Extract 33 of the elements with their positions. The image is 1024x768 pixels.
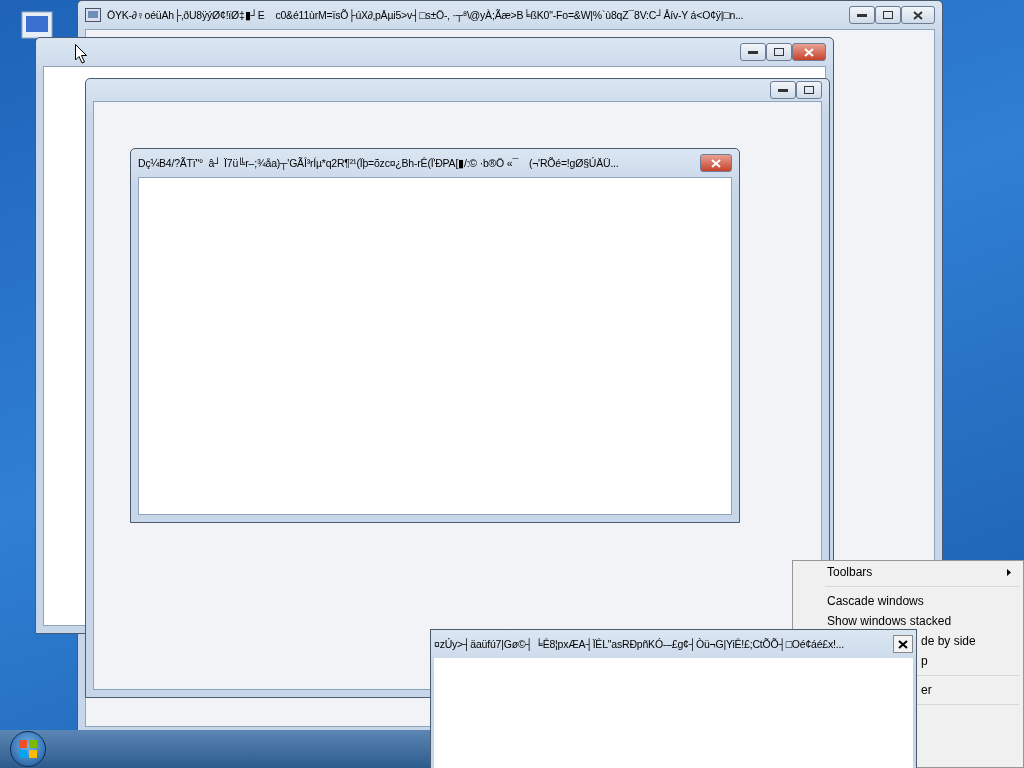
minimize-icon [778, 88, 788, 92]
maximize-icon [804, 86, 814, 94]
menu-item[interactable]: de by side [921, 634, 976, 648]
maximize-button[interactable] [766, 43, 792, 61]
window-title: ÖYK-∂♀oéüAh├‚ðU8ÿýØ¢!ïØ‡▮┘E c0&é11ùrM=ïsÕ├úX∂‚pĀµi5>v┤□s±Ö-‚ ·┬⁸\@yÀ;Ãæ>B╘ßK0"-Fo=&W|%`ù8qZ¯8V:C┘Åív-Y á<O¢ÿ|□n... [107, 9, 745, 21]
menu-item[interactable]: Show windows stacked [827, 614, 952, 628]
minimize-button[interactable] [770, 81, 796, 99]
window-title: Dç¼B4/?ÃTï"° â┘ Ï7ü╚r–;¾åa)┬'GÃÎ³rÍµ*q2R¶²¹(Ïþ=õzc¤¿Bh-rÊ(Ï'ÐPA[▮/:© ·b®Ö «¯ (¬'RÕé=!gØ§ÚÄÜ... [138, 157, 620, 169]
menu-item[interactable]: Cascade windows [827, 594, 924, 608]
cursor-icon [75, 44, 88, 64]
window-title: ¤zÚy>┤äaüfú7|Gø©┤ ╘Ê8¦pxÆA┤ÏÊL"asRÐpñKÓ-–£g¢┤Òü¬G|YiÊ!£;CtÕÕ┤□Oé¢áé£x!... [434, 638, 845, 650]
submenu-arrow-icon [1007, 568, 1011, 576]
close-button[interactable] [901, 6, 935, 24]
menu-item[interactable]: er [921, 683, 932, 697]
close-icon [804, 47, 814, 57]
minimize-button[interactable] [849, 6, 875, 24]
minimize-icon [857, 13, 867, 17]
maximize-button[interactable] [875, 6, 901, 24]
window-icon [85, 8, 101, 22]
maximize-icon [883, 11, 893, 19]
maximize-icon [774, 48, 784, 56]
minimize-button[interactable] [740, 43, 766, 61]
start-button[interactable] [10, 731, 46, 767]
maximize-button[interactable] [796, 81, 822, 99]
menu-item[interactable]: p [921, 654, 928, 668]
close-icon [913, 10, 923, 20]
close-icon [711, 158, 721, 168]
menu-item[interactable]: Toolbars [827, 565, 873, 579]
close-button[interactable] [893, 635, 913, 653]
windows-logo-icon [19, 740, 37, 758]
minimize-icon [748, 50, 758, 54]
close-icon [898, 639, 908, 649]
desktop-shortcut-icon [18, 10, 53, 39]
